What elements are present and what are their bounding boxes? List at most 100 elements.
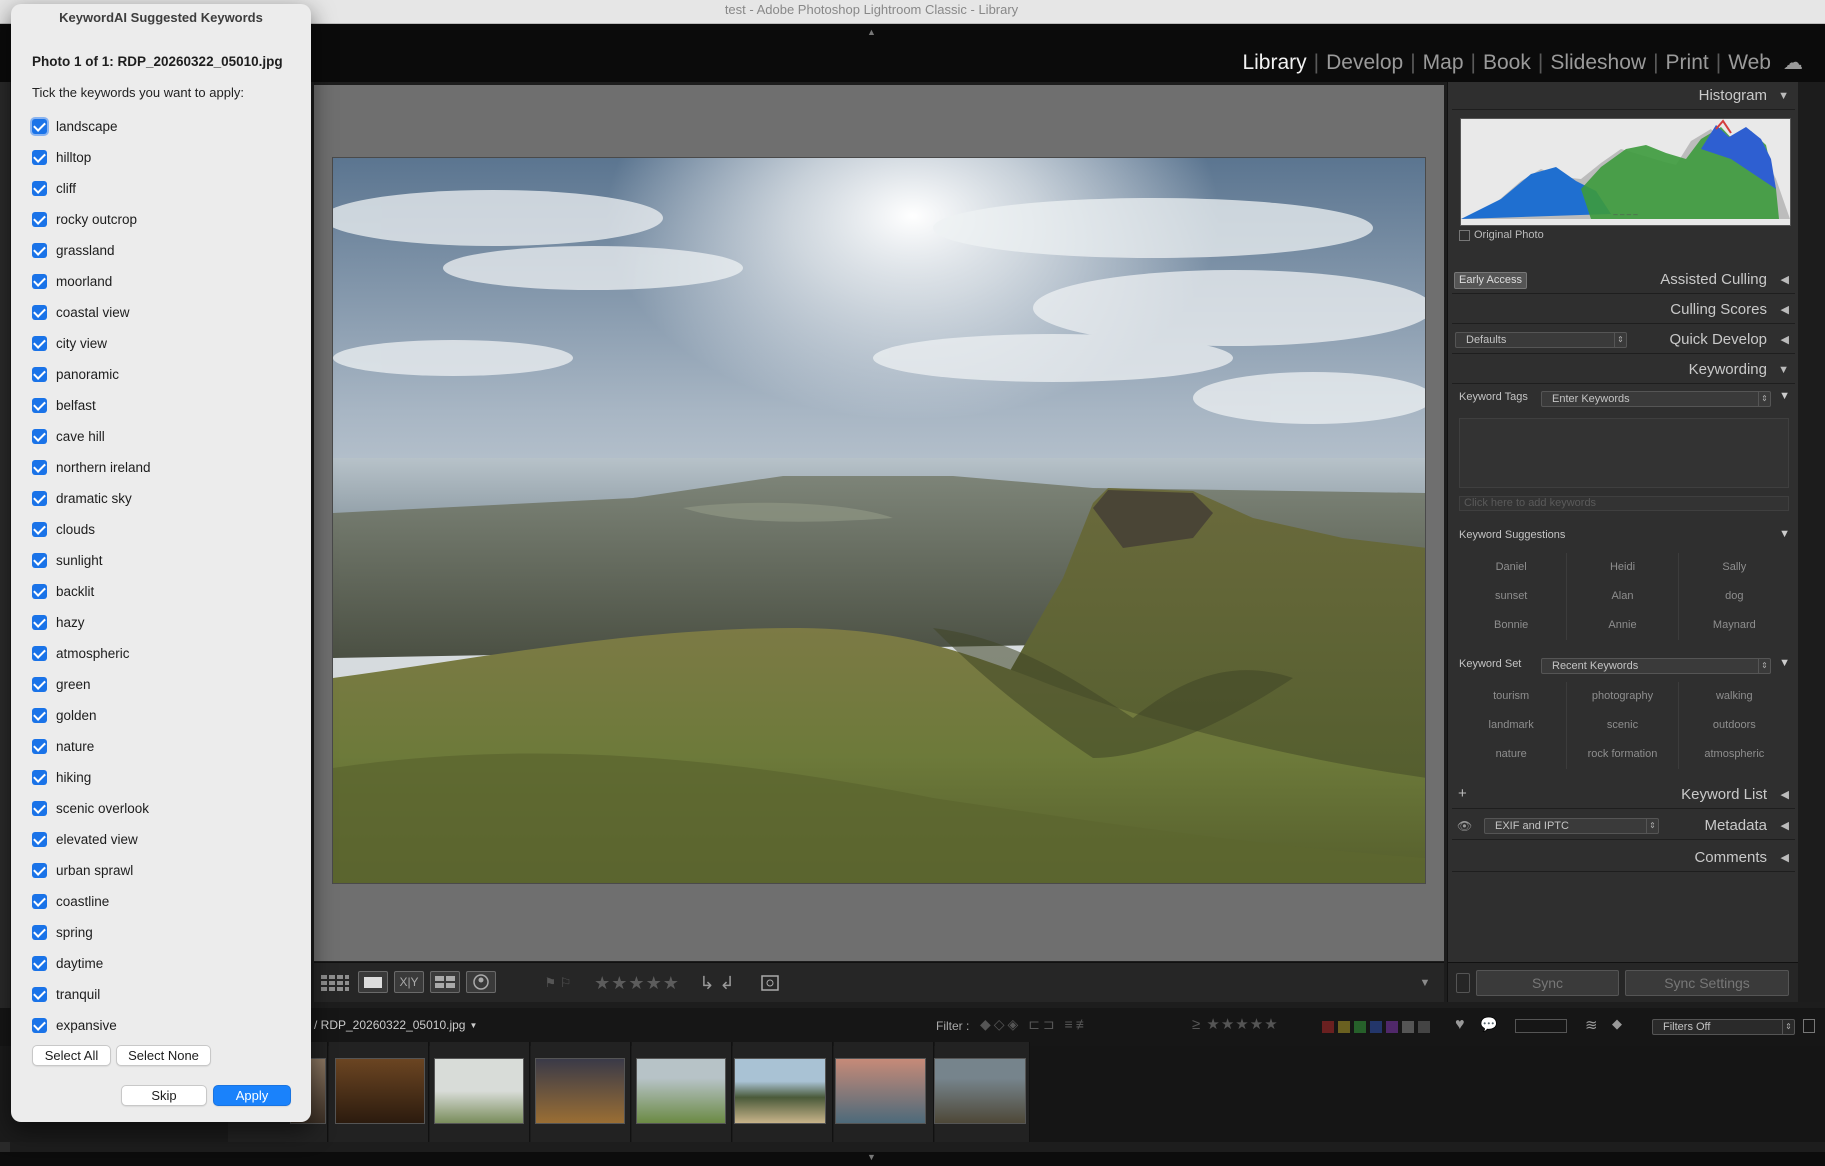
filmstrip-thumbnail[interactable] <box>835 1058 926 1124</box>
filmstrip-thumbnail[interactable] <box>434 1058 524 1124</box>
keyword-checkbox-row[interactable]: landscape <box>32 116 118 136</box>
keyword-set-item[interactable]: rock formation <box>1567 740 1679 769</box>
select-none-button[interactable]: Select None <box>116 1045 211 1066</box>
comments-header[interactable]: Comments ◀ <box>1452 844 1795 872</box>
keyword-checkbox[interactable] <box>32 924 47 940</box>
keyword-checkbox-row[interactable]: green <box>32 674 91 694</box>
collapse-icon[interactable]: ▼ <box>1779 657 1790 669</box>
keyword-checkbox[interactable] <box>32 180 47 196</box>
keyword-checkbox-row[interactable]: clouds <box>32 519 95 539</box>
keyword-checkbox-row[interactable]: elevated view <box>32 829 138 849</box>
suggestion-keyword[interactable]: dog <box>1679 582 1790 611</box>
keyword-checkbox-row[interactable]: scenic overlook <box>32 798 149 818</box>
keyword-set-item[interactable]: outdoors <box>1679 711 1790 740</box>
keyword-checkbox[interactable] <box>32 397 47 413</box>
suggestion-keyword[interactable]: Maynard <box>1679 611 1790 640</box>
loupe-view-button[interactable] <box>358 971 388 993</box>
keyword-checkbox-row[interactable]: hilltop <box>32 147 91 167</box>
keyword-checkbox-row[interactable]: coastal view <box>32 302 130 322</box>
filter-preset-dropdown[interactable]: Filters Off ⇕ <box>1652 1019 1795 1035</box>
keyword-checkbox-row[interactable]: moorland <box>32 271 112 291</box>
module-library[interactable]: Library <box>1242 51 1306 75</box>
comment-icon[interactable]: 💬 <box>1480 1016 1497 1033</box>
filter-switch[interactable] <box>1803 1019 1815 1033</box>
keyword-checkbox-row[interactable]: rocky outcrop <box>32 209 137 229</box>
people-view-button[interactable] <box>466 971 496 993</box>
suggestion-keyword[interactable]: sunset <box>1456 582 1568 611</box>
keyword-checkbox[interactable] <box>32 955 47 971</box>
select-all-button[interactable]: Select All <box>32 1045 111 1066</box>
keyword-checkbox-row[interactable]: backlit <box>32 581 94 601</box>
keyword-checkbox-row[interactable]: coastline <box>32 891 109 911</box>
keyword-set-item[interactable]: walking <box>1679 682 1790 711</box>
keyword-checkbox-row[interactable]: urban sprawl <box>32 860 133 880</box>
keyword-checkbox[interactable] <box>32 304 47 320</box>
right-panel-scrollbar[interactable] <box>1798 82 1825 1002</box>
histogram-header[interactable]: Histogram ▼ <box>1452 82 1795 110</box>
keyword-checkbox-row[interactable]: cave hill <box>32 426 105 446</box>
keyword-checkbox-row[interactable]: city view <box>32 333 107 353</box>
eye-icon[interactable]: 👁 <box>1457 819 1472 833</box>
module-print[interactable]: Print <box>1666 51 1709 75</box>
keyword-checkbox[interactable] <box>32 335 47 351</box>
filmstrip-thumbnail[interactable] <box>636 1058 726 1124</box>
keyword-checkbox-row[interactable]: grassland <box>32 240 115 260</box>
keyword-checkbox-row[interactable]: golden <box>32 705 97 725</box>
keyword-set-item[interactable]: nature <box>1456 740 1568 769</box>
keyword-checkbox-row[interactable]: sunlight <box>32 550 103 570</box>
keyword-checkbox-row[interactable]: tranquil <box>32 984 100 1004</box>
keyword-checkbox[interactable] <box>32 831 47 847</box>
suggestion-keyword[interactable]: Bonnie <box>1456 611 1568 640</box>
keyword-checkbox-row[interactable]: nature <box>32 736 94 756</box>
module-web[interactable]: Web <box>1728 51 1771 75</box>
crop-icon[interactable] <box>756 971 784 995</box>
sync-switch[interactable] <box>1456 973 1470 993</box>
filmstrip-thumbnail[interactable] <box>335 1058 425 1124</box>
keyword-checkbox[interactable] <box>32 552 47 568</box>
collapse-bottom-panel-icon[interactable]: ▼ <box>867 1152 876 1162</box>
filter-color-labels[interactable] <box>1322 1021 1430 1033</box>
keyword-checkbox-row[interactable]: cliff <box>32 178 76 198</box>
filter-star-rating[interactable]: ≥ ★★★★★ <box>1192 1015 1279 1033</box>
keyword-list-header[interactable]: Keyword List ◀ <box>1452 781 1795 809</box>
keyword-checkbox[interactable] <box>32 614 47 630</box>
module-book[interactable]: Book <box>1483 51 1531 75</box>
keyword-checkbox[interactable] <box>32 211 47 227</box>
collapse-top-panel-icon[interactable]: ▲ <box>867 27 876 37</box>
keyword-set-item[interactable]: atmospheric <box>1679 740 1790 769</box>
main-photo[interactable] <box>332 157 1426 884</box>
star-rating[interactable]: ★★★★★ <box>592 971 682 995</box>
filmstrip-thumbnail[interactable] <box>734 1058 826 1124</box>
keyword-checkbox[interactable] <box>32 149 47 165</box>
keyword-checkbox[interactable] <box>32 428 47 444</box>
keyword-checkbox[interactable] <box>32 893 47 909</box>
cloud-sync-icon[interactable]: ☁ <box>1783 50 1803 75</box>
keyword-checkbox[interactable] <box>32 118 47 134</box>
keyword-checkbox[interactable] <box>32 521 47 537</box>
keyword-set-item[interactable]: landmark <box>1456 711 1568 740</box>
module-slideshow[interactable]: Slideshow <box>1550 51 1646 75</box>
heart-icon[interactable]: ♥ <box>1455 1016 1465 1034</box>
keyword-checkbox[interactable] <box>32 583 47 599</box>
keyword-checkbox-row[interactable]: daytime <box>32 953 103 973</box>
skip-button[interactable]: Skip <box>121 1085 207 1106</box>
filter-flag-icons[interactable]: ◆◇◈ ⊏⊐ ≡≢ <box>980 1016 1093 1033</box>
add-keywords-field[interactable]: Click here to add keywords <box>1459 496 1789 511</box>
keyword-checkbox[interactable] <box>32 862 47 878</box>
source-breadcrumb[interactable]: / RDP_20260322_05010.jpg ▼ <box>314 1018 477 1032</box>
flag-icon[interactable]: ⚑ ⚐ <box>536 971 580 995</box>
keyword-checkbox-row[interactable]: hiking <box>32 767 91 787</box>
suggestion-keyword[interactable]: Sally <box>1679 553 1790 582</box>
view-toggle-icon[interactable] <box>1515 1019 1567 1033</box>
keyword-checkbox[interactable] <box>32 707 47 723</box>
keyword-checkbox-row[interactable]: expansive <box>32 1015 117 1035</box>
suggestion-keyword[interactable]: Daniel <box>1456 553 1568 582</box>
keyword-checkbox[interactable] <box>32 242 47 258</box>
filmstrip-thumbnail[interactable] <box>934 1058 1026 1124</box>
keyword-checkbox-row[interactable]: panoramic <box>32 364 119 384</box>
keyword-tags-textarea[interactable] <box>1459 418 1789 488</box>
keyword-checkbox[interactable] <box>32 676 47 692</box>
keyword-set-item[interactable]: scenic <box>1567 711 1679 740</box>
stack-icon[interactable]: ≋ <box>1585 1016 1598 1034</box>
keyword-checkbox-row[interactable]: hazy <box>32 612 85 632</box>
